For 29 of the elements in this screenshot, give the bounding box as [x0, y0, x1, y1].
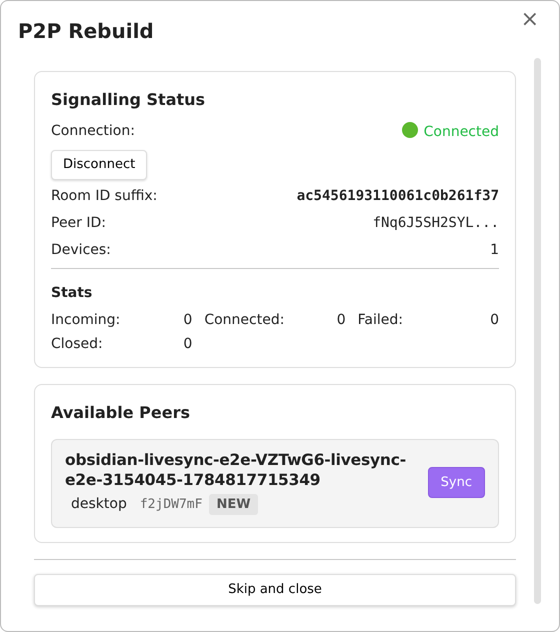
- stat-label: Incoming:: [51, 311, 120, 329]
- connection-status: Connected: [402, 122, 499, 141]
- field-value: fNq6J5SH2SYL...: [372, 214, 499, 232]
- stat-value: 0: [183, 311, 192, 329]
- field-value: ac5456193110061c0b261f37: [296, 187, 499, 205]
- dialog-title: P2P Rebuild: [18, 18, 154, 45]
- stat-value: 0: [336, 311, 346, 329]
- stat-label: Failed:: [358, 311, 403, 329]
- stat-value: 0: [183, 335, 192, 353]
- peer-platform: desktop: [70, 494, 128, 514]
- field-label: Connection:: [51, 122, 135, 141]
- peer-id: f2jDW7mF: [140, 496, 202, 514]
- close-button[interactable]: ×: [516, 7, 543, 33]
- card-title: Signalling Status: [51, 89, 206, 111]
- peer-name: obsidian-livesync-e2e-VZTwG6-livesync-e2e-3154045-1784817715349: [65, 450, 407, 490]
- card-title: Available Peers: [51, 402, 192, 424]
- field-label: Peer ID:: [51, 214, 106, 232]
- sync-button[interactable]: Sync: [428, 466, 485, 498]
- field-value: 1: [490, 241, 499, 259]
- stat-value: 0: [490, 311, 499, 329]
- section-title: Stats: [51, 284, 94, 303]
- field-label: Devices:: [51, 241, 111, 259]
- stat-label: Connected:: [204, 311, 284, 329]
- skip-button[interactable]: Skip and close: [34, 574, 516, 606]
- disconnect-button[interactable]: Disconnect: [51, 150, 148, 180]
- status-dot-icon: [402, 122, 418, 138]
- new-tag: NEW: [209, 494, 258, 515]
- stat-label: Closed:: [51, 335, 103, 353]
- field-label: Room ID suffix:: [51, 187, 158, 205]
